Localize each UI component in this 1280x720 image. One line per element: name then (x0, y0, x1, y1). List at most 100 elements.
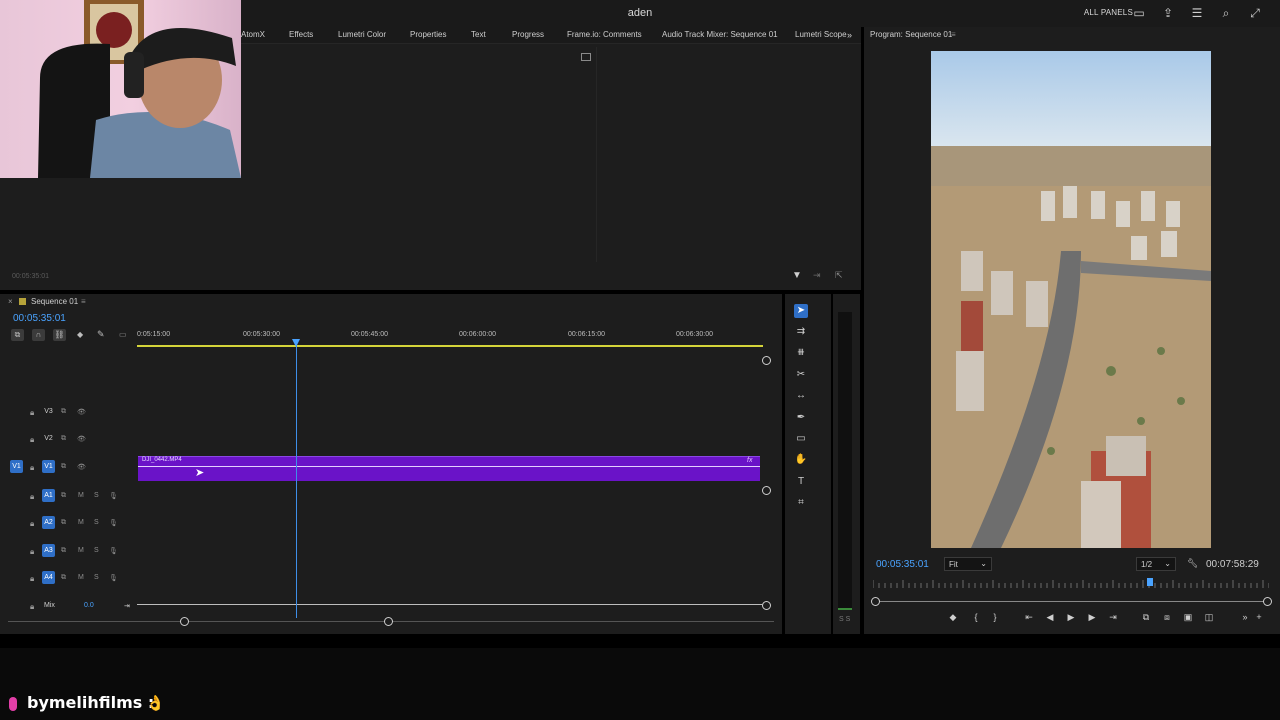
add-button-icon[interactable]: + (1253, 612, 1265, 622)
go-to-in-icon[interactable]: ⇤ (1023, 612, 1035, 623)
share-icon[interactable]: ⇪ (1161, 6, 1175, 20)
timeline-timecode[interactable]: 00:05:35:01 (13, 313, 66, 324)
mark-in-icon[interactable]: { (970, 612, 982, 622)
track-name[interactable]: V2 (42, 435, 55, 442)
close-icon[interactable]: × (8, 297, 13, 306)
program-scrub-bar[interactable] (875, 601, 1268, 602)
insert-icon[interactable]: ⧉ (1140, 612, 1152, 623)
solo-button[interactable]: S (94, 574, 99, 581)
ripple-edit-tool-icon[interactable]: ⧻ (794, 346, 808, 360)
playhead-line[interactable] (296, 340, 297, 618)
tab-lumetri-scope[interactable]: Lumetri Scope (795, 30, 847, 39)
tab-properties[interactable]: Properties (410, 30, 446, 39)
track-name[interactable]: A1 (42, 489, 55, 502)
hand-tool-icon[interactable]: ✋ (794, 453, 808, 467)
scrub-out-handle[interactable] (1263, 597, 1272, 606)
sync-lock-icon[interactable]: ⧉ (61, 574, 66, 582)
menu-icon[interactable]: ☰ (1190, 6, 1204, 20)
video-clip[interactable] (138, 456, 760, 481)
zoom-level-select[interactable]: Fit ⌄ (944, 557, 992, 571)
split-view-icon[interactable] (581, 53, 591, 61)
filter-icon[interactable]: ▼ (792, 270, 802, 281)
track-select-tool-icon[interactable]: ⇉ (794, 325, 808, 339)
selection-tool-icon[interactable]: ➤ (794, 304, 808, 318)
lock-icon[interactable]: 🔒︎ (30, 519, 34, 529)
sequence-menu-icon[interactable]: ≡ (81, 297, 86, 306)
settings-wrench-icon[interactable]: 🔧︎ (1187, 558, 1198, 569)
tab-lumetri-color[interactable]: Lumetri Color (338, 30, 386, 39)
slip-tool-icon[interactable]: ↔ (794, 389, 808, 403)
program-timecode[interactable]: 00:05:35:01 (876, 559, 929, 570)
razor-tool-icon[interactable]: ✂ (794, 368, 808, 382)
more-controls-icon[interactable]: » (1239, 612, 1251, 622)
export-icon[interactable]: ⇱ (835, 270, 843, 281)
sync-lock-icon[interactable]: ⧉ (61, 492, 66, 500)
mic-icon[interactable]: 🎙︎ (109, 547, 118, 555)
resolution-select[interactable]: 1/2 ⌄ (1136, 557, 1176, 571)
mic-icon[interactable]: 🎙︎ (109, 492, 118, 500)
pen-tool-icon[interactable]: ✒ (794, 411, 808, 425)
fullscreen-icon[interactable]: ⤢ (1248, 6, 1262, 20)
export-frame-icon[interactable]: ▣ (1182, 612, 1194, 623)
insert-icon[interactable]: ⇥ (813, 270, 821, 281)
eye-icon[interactable]: 👁︎ (77, 463, 86, 471)
all-panels-button[interactable]: ALL PANELS (1084, 8, 1133, 17)
scrub-in-handle[interactable] (871, 597, 880, 606)
mix-value[interactable]: 0.0 (84, 602, 94, 609)
rectangle-tool-icon[interactable]: ▭ (794, 432, 808, 446)
wrench-icon[interactable]: ✎ (97, 329, 105, 340)
sync-lock-icon[interactable]: ⧉ (61, 435, 66, 443)
play-icon[interactable]: ▶ (1065, 612, 1077, 623)
mark-out-icon[interactable]: } (989, 612, 1001, 622)
sync-lock-icon[interactable]: ⧉ (61, 547, 66, 555)
sequence-tab[interactable]: Sequence 01 (31, 297, 78, 306)
search-icon[interactable]: ⌕ (1219, 6, 1233, 20)
mix-volume-line[interactable] (137, 604, 762, 605)
mute-button[interactable]: M (78, 574, 84, 581)
mic-icon[interactable]: 🎙︎ (109, 519, 118, 527)
nest-icon[interactable]: ⧉ (11, 329, 24, 341)
panel-icon[interactable]: ▭ (1132, 6, 1146, 20)
add-marker-icon[interactable]: ◆ (947, 612, 959, 623)
mute-button[interactable]: M (78, 519, 84, 526)
tab-audio-track-mixer[interactable]: Audio Track Mixer: Sequence 01 (662, 30, 778, 39)
scrollbar-right-handle[interactable] (384, 617, 393, 626)
tab-atomx[interactable]: AtomX (241, 30, 265, 39)
source-patch-v1[interactable]: V1 (10, 460, 23, 473)
add-marker-icon[interactable]: ◆ (77, 330, 83, 339)
solo-button[interactable]: S (94, 492, 99, 499)
step-forward-icon[interactable]: ▶ (1086, 612, 1098, 623)
track-name[interactable]: A3 (42, 544, 55, 557)
go-to-end-icon[interactable]: ⇥ (124, 602, 130, 610)
lock-icon[interactable]: 🔒︎ (30, 574, 34, 584)
clip-fx-badge[interactable]: fx (747, 457, 752, 464)
lock-icon[interactable]: 🔒︎ (30, 408, 34, 418)
work-area-bar[interactable] (137, 345, 763, 347)
sync-lock-icon[interactable]: ⧉ (61, 463, 66, 471)
solo-button[interactable]: S (94, 547, 99, 554)
meter-solo-label[interactable]: S S (839, 616, 850, 623)
snap-icon[interactable]: ∩ (32, 329, 45, 341)
comparison-view-icon[interactable]: ◫ (1203, 612, 1215, 623)
vertical-scroll-knob[interactable] (762, 356, 771, 365)
playhead-handle[interactable] (292, 339, 300, 347)
program-monitor-title[interactable]: Program: Sequence 01 (870, 30, 952, 39)
go-to-out-icon[interactable]: ⇥ (1107, 612, 1119, 623)
lock-icon[interactable]: 🔒︎ (30, 547, 34, 557)
eye-icon[interactable]: 👁︎ (77, 435, 86, 443)
scrollbar-left-handle[interactable] (180, 617, 189, 626)
track-name[interactable]: A4 (42, 571, 55, 584)
tab-effects[interactable]: Effects (289, 30, 313, 39)
lock-icon[interactable]: 🔒︎ (30, 602, 34, 612)
mic-icon[interactable]: 🎙︎ (109, 574, 118, 582)
solo-button[interactable]: S (94, 519, 99, 526)
tab-frameio-comments[interactable]: Frame.io: Comments (567, 30, 642, 39)
tab-text[interactable]: Text (471, 30, 486, 39)
tab-progress[interactable]: Progress (512, 30, 544, 39)
track-name[interactable]: A2 (42, 516, 55, 529)
lock-icon[interactable]: 🔒︎ (30, 463, 34, 473)
linked-selection-icon[interactable]: ⛓ (53, 329, 66, 341)
program-time-ruler[interactable] (873, 578, 1269, 588)
program-playhead[interactable] (1147, 578, 1154, 586)
step-back-icon[interactable]: ◀ (1044, 612, 1056, 623)
